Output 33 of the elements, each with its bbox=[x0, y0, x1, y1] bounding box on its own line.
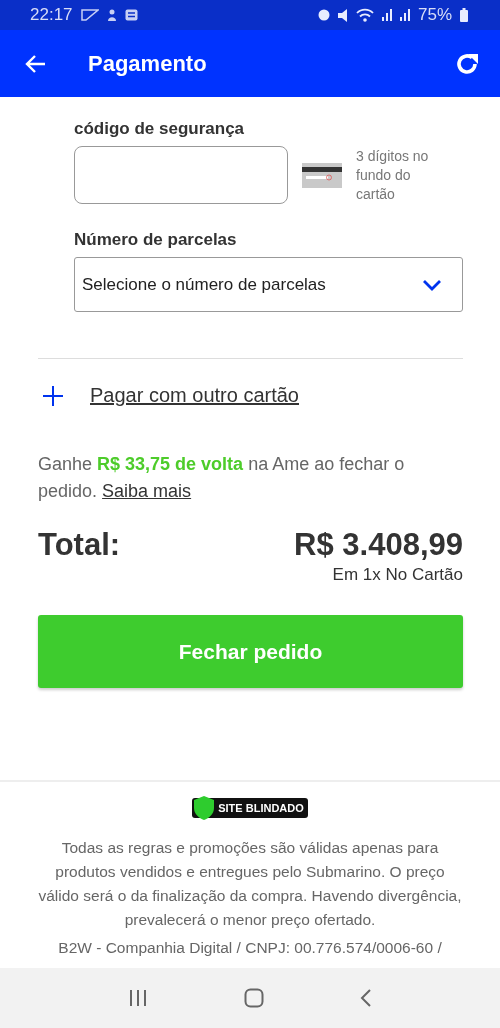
signal-icon bbox=[399, 9, 410, 21]
security-code-field[interactable] bbox=[74, 146, 288, 204]
installments-dropdown[interactable]: Selecione o número de parcelas bbox=[74, 257, 463, 312]
total-label: Total: bbox=[38, 527, 121, 563]
person-icon bbox=[106, 9, 117, 21]
signal-icon bbox=[381, 9, 392, 21]
message-icon bbox=[124, 9, 138, 21]
cashback-text: Ganhe R$ 33,75 de volta na Ame ao fechar o pedido. Saiba mais bbox=[38, 453, 406, 503]
disclaimer-text: Todas as regras e promoções são válidas apenas para produtos vendidos e entregues pelo Submarino. O preço válido será o da finalização da compra. Havendo divergência, prevalecerá o menor preço ofertado. bbox=[37, 838, 463, 930]
back-arrow-icon[interactable] bbox=[24, 53, 46, 74]
flag-icon bbox=[80, 9, 99, 21]
hint-text: 3 dígitos no fundo do cartão bbox=[356, 146, 430, 204]
total-amount: R$ 3.408,99 bbox=[294, 527, 463, 563]
mute-icon bbox=[337, 8, 348, 22]
field-label: código de segurança bbox=[74, 119, 246, 139]
battery-percent: 75% bbox=[417, 5, 452, 25]
other-card-link[interactable]: Pagar com outro cartão bbox=[90, 384, 299, 407]
recent-apps-icon[interactable] bbox=[128, 989, 148, 1007]
home-icon[interactable] bbox=[244, 988, 264, 1008]
screen-title: Pagamento bbox=[88, 50, 207, 77]
wifi-icon bbox=[355, 8, 374, 22]
card-back-icon bbox=[302, 162, 342, 188]
learn-more-link[interactable]: Saiba mais bbox=[102, 481, 192, 501]
battery-icon bbox=[460, 8, 468, 22]
payment-terms: Em 1x No Cartão bbox=[331, 565, 463, 585]
field-label: Número de parcelas bbox=[74, 230, 238, 250]
badge-text: SITE BLINDADO bbox=[218, 802, 304, 814]
status-time: 22:17 bbox=[30, 5, 73, 25]
plus-icon[interactable] bbox=[42, 384, 64, 407]
chevron-down-icon bbox=[422, 278, 442, 291]
shield-icon bbox=[194, 796, 215, 820]
back-icon[interactable] bbox=[360, 988, 372, 1008]
company-info: B2W - Companhia Digital / CNPJ: 00.776.574/0006-60 / bbox=[58, 938, 442, 958]
